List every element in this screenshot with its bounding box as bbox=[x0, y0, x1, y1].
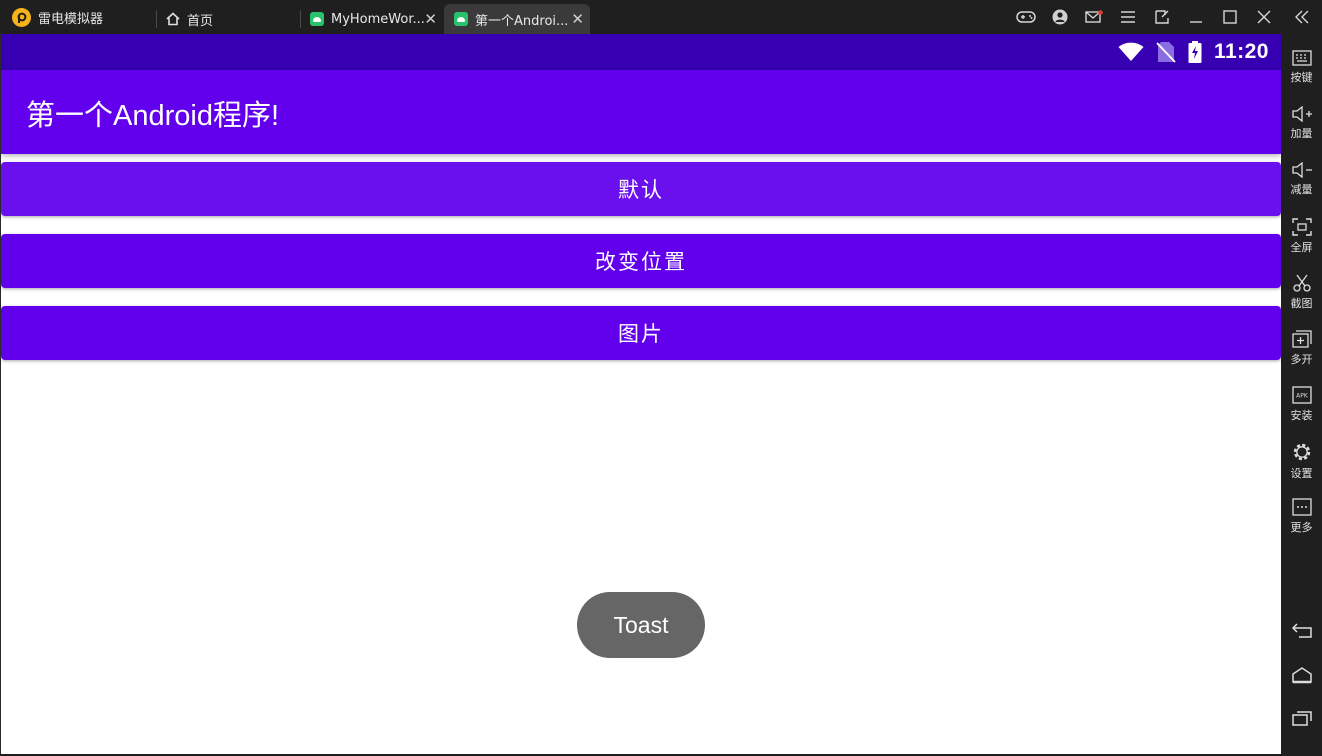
collapse-sidebar-icon[interactable] bbox=[1281, 0, 1322, 34]
app-title: 第一个Android程序! bbox=[26, 100, 280, 132]
toast-message: Toast bbox=[577, 592, 705, 658]
mail-icon[interactable] bbox=[1077, 0, 1111, 34]
sidebar-multi-instance-label: 多开 bbox=[1290, 353, 1313, 366]
change-position-button[interactable]: 改变位置 bbox=[1, 234, 1281, 288]
sidebar-screenshot[interactable]: 截图 bbox=[1281, 274, 1322, 311]
more-icon bbox=[1291, 498, 1312, 516]
home-icon bbox=[166, 12, 180, 26]
window-controls bbox=[1009, 0, 1322, 34]
close-tab-icon[interactable]: ✕ bbox=[424, 10, 437, 28]
tab-first-android-label: 第一个Androi... bbox=[475, 13, 569, 29]
account-icon[interactable] bbox=[1043, 0, 1077, 34]
home-outline-icon bbox=[1291, 667, 1312, 684]
volume-down-icon bbox=[1291, 162, 1312, 178]
sidebar-fullscreen[interactable]: 全屏 bbox=[1281, 218, 1322, 255]
emulator-sidebar: 按键 加量 减量 全屏 截图 多开 APK 安装 设置 更多 bbox=[1281, 34, 1322, 756]
tab-myhomework[interactable]: MyHomeWor... ✕ bbox=[300, 4, 443, 34]
android-recents-button[interactable] bbox=[1281, 710, 1322, 726]
status-clock: 11:20 bbox=[1213, 40, 1269, 63]
sidebar-more-label: 更多 bbox=[1290, 521, 1313, 534]
android-screen: 11:20 第一个Android程序! 默认 改变位置 图片 Toast bbox=[1, 34, 1281, 754]
sidebar-more[interactable]: 更多 bbox=[1281, 498, 1322, 535]
apk-install-icon: APK bbox=[1291, 386, 1312, 404]
sidebar-volume-up[interactable]: 加量 bbox=[1281, 106, 1322, 141]
sidebar-screenshot-label: 截图 bbox=[1290, 297, 1313, 310]
tab-home-label: 首页 bbox=[187, 13, 214, 29]
tab-home[interactable]: 首页 bbox=[156, 4, 298, 34]
keyboard-icon bbox=[1291, 50, 1312, 66]
ldplayer-logo-icon bbox=[12, 7, 31, 27]
sidebar-keys[interactable]: 按键 bbox=[1281, 50, 1322, 85]
gamepad-icon[interactable] bbox=[1009, 0, 1043, 34]
sidebar-install-apk-label: 安装 bbox=[1290, 409, 1313, 422]
android-home-button[interactable] bbox=[1281, 666, 1322, 684]
minimize-icon[interactable] bbox=[1179, 0, 1213, 34]
sidebar-keys-label: 按键 bbox=[1290, 71, 1313, 84]
sidebar-settings[interactable]: 设置 bbox=[1281, 442, 1322, 481]
back-icon bbox=[1291, 623, 1312, 638]
sidebar-multi-instance[interactable]: 多开 bbox=[1281, 330, 1322, 367]
maximize-icon[interactable] bbox=[1213, 0, 1247, 34]
wifi-icon bbox=[1118, 42, 1144, 61]
menu-icon[interactable] bbox=[1111, 0, 1145, 34]
android-back-button[interactable] bbox=[1281, 622, 1322, 638]
tab-myhomework-label: MyHomeWor... bbox=[331, 11, 425, 27]
emulator-brand-label: 雷电模拟器 bbox=[38, 11, 104, 27]
app-bar: 第一个Android程序! bbox=[1, 70, 1281, 154]
default-button[interactable]: 默认 bbox=[1, 162, 1281, 216]
emulator-titlebar: 雷电模拟器 首页 MyHomeWor... ✕ 第一个Androi... ✕ bbox=[0, 0, 1322, 34]
android-app-icon bbox=[310, 12, 324, 26]
gear-icon bbox=[1293, 443, 1310, 461]
sidebar-settings-label: 设置 bbox=[1290, 467, 1313, 480]
svg-text:APK: APK bbox=[1296, 393, 1309, 400]
sidebar-fullscreen-label: 全屏 bbox=[1290, 241, 1313, 254]
image-button[interactable]: 图片 bbox=[1, 306, 1281, 360]
sidebar-volume-down-label: 减量 bbox=[1290, 183, 1313, 196]
volume-up-icon bbox=[1291, 106, 1312, 122]
sidebar-install-apk[interactable]: APK 安装 bbox=[1281, 386, 1322, 423]
sidebar-volume-up-label: 加量 bbox=[1290, 127, 1313, 140]
tab-first-android[interactable]: 第一个Androi... ✕ bbox=[444, 4, 590, 34]
pin-window-icon[interactable] bbox=[1145, 0, 1179, 34]
battery-charging-icon bbox=[1188, 41, 1202, 63]
no-sim-icon bbox=[1156, 42, 1176, 63]
close-tab-icon[interactable]: ✕ bbox=[571, 10, 584, 28]
status-bar: 11:20 bbox=[1, 34, 1281, 70]
emulator-brand[interactable]: 雷电模拟器 bbox=[12, 0, 103, 34]
scissors-icon bbox=[1292, 274, 1311, 292]
recents-icon bbox=[1291, 711, 1312, 726]
multi-window-icon bbox=[1291, 330, 1312, 348]
close-window-icon[interactable] bbox=[1247, 0, 1281, 34]
sidebar-volume-down[interactable]: 减量 bbox=[1281, 162, 1322, 197]
fullscreen-icon bbox=[1291, 218, 1312, 236]
android-app-icon bbox=[454, 12, 468, 26]
